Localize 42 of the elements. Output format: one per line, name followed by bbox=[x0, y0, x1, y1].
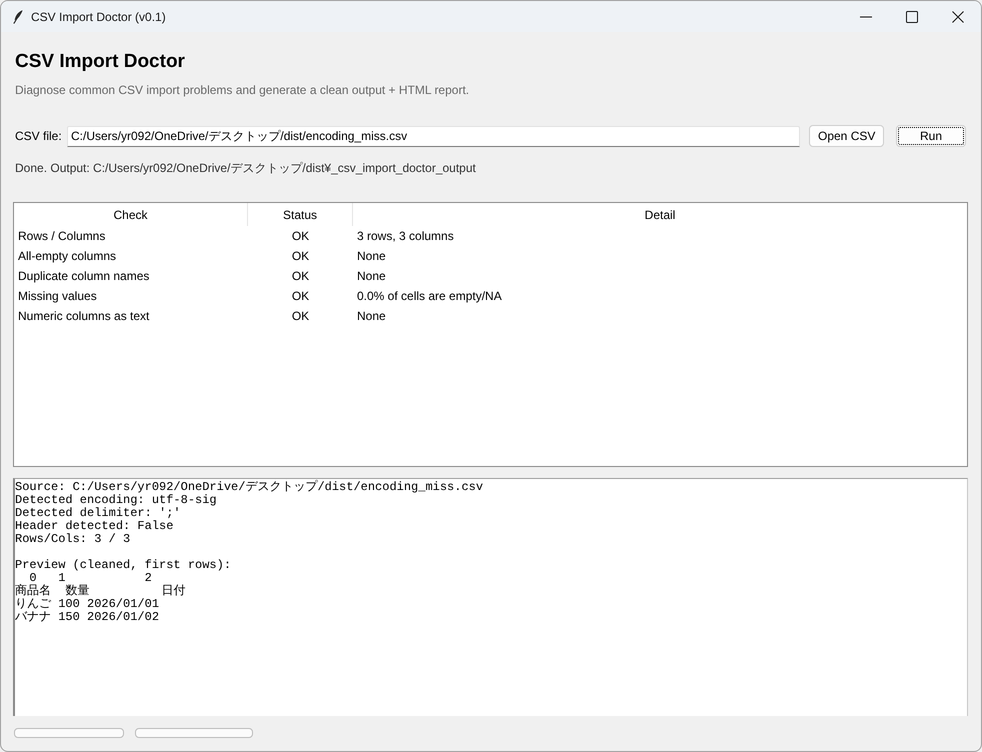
log-line: Rows/Cols: 3 / 3 bbox=[15, 533, 130, 546]
status-cell-text: OK bbox=[290, 308, 310, 325]
app-heading: CSV Import Doctor bbox=[15, 50, 185, 74]
log-line: 0 1 2 bbox=[29, 572, 152, 585]
file-label: CSV file: bbox=[15, 129, 63, 143]
window-title: CSV Import Doctor (v0.1) bbox=[31, 10, 166, 24]
check-cell-text: All-empty columns bbox=[17, 248, 118, 265]
status-cell-text: OK bbox=[290, 248, 310, 265]
log-line: Detected encoding: utf-8-sig bbox=[15, 494, 217, 507]
column-header[interactable]: Check bbox=[14, 203, 248, 226]
column-header[interactable]: Detail bbox=[353, 203, 967, 226]
check-cell-text: Rows / Columns bbox=[17, 228, 106, 245]
status-cell-text: OK bbox=[290, 228, 310, 245]
detail-cell-text: 0.0% of cells are empty/NA bbox=[356, 288, 503, 305]
log-text-area[interactable] bbox=[13, 478, 968, 716]
feather-icon bbox=[13, 10, 23, 24]
check-cell-text: Numeric columns as text bbox=[17, 308, 150, 325]
column-header[interactable]: Status bbox=[248, 203, 353, 226]
close-icon bbox=[952, 10, 964, 22]
empty-button[interactable] bbox=[14, 728, 124, 738]
status-message: Done. Output: C:/Users/yr092/OneDrive/デスクトップ/dist¥_csv_import_doctor_output bbox=[15, 161, 476, 175]
detail-cell-text: None bbox=[356, 308, 387, 325]
log-line: Preview (cleaned, first rows): bbox=[15, 559, 232, 572]
app-subtitle: Diagnose common CSV import problems and generate a clean output + HTML report. bbox=[15, 83, 470, 97]
log-line: バナナ 150 2026/01/02 bbox=[15, 611, 160, 624]
empty-button[interactable] bbox=[135, 728, 253, 738]
run-button[interactable]: Run bbox=[896, 125, 966, 147]
log-line: Source: C:/Users/yr092/OneDrive/デスクトップ/dist/encoding_miss.csv bbox=[15, 481, 484, 494]
log-line: 商品名 数量 日付 bbox=[15, 585, 186, 598]
status-cell-text: OK bbox=[290, 288, 310, 305]
detail-cell-text: None bbox=[356, 268, 387, 285]
check-cell-text: Missing values bbox=[17, 288, 98, 305]
log-line: りんご 100 2026/01/01 bbox=[15, 598, 160, 611]
detail-cell-text: None bbox=[356, 248, 387, 265]
open-csv-button[interactable]: Open CSV bbox=[809, 125, 884, 147]
log-line: Detected delimiter: ';' bbox=[15, 507, 181, 520]
file-path-field[interactable]: C:/Users/yr092/OneDrive/デスクトップ/dist/encoding_miss.csv bbox=[67, 126, 800, 146]
check-cell-text: Duplicate column names bbox=[17, 268, 150, 285]
log-line: Header detected: False bbox=[15, 520, 174, 533]
detail-cell-text: 3 rows, 3 columns bbox=[356, 228, 455, 245]
maximize-icon bbox=[906, 10, 918, 22]
status-cell-text: OK bbox=[290, 268, 310, 285]
